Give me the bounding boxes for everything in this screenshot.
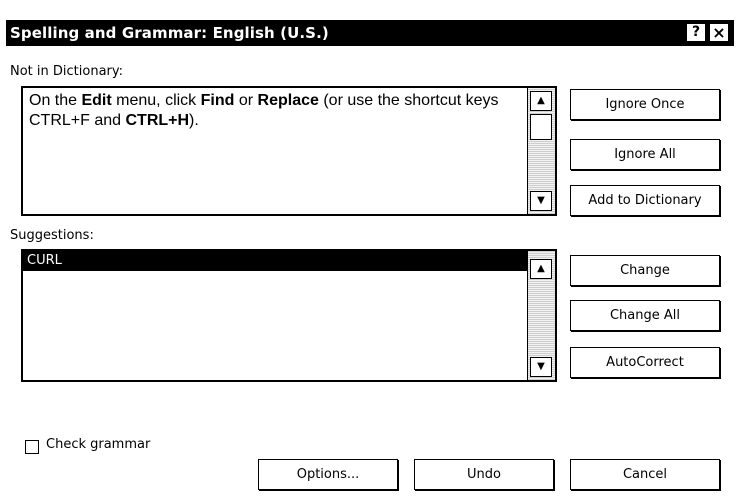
not-in-dictionary-scrollbar[interactable]: ▲ ▼: [527, 88, 555, 214]
ignore-all-button[interactable]: Ignore All: [570, 139, 720, 170]
scroll-up-arrow-icon[interactable]: ▲: [530, 91, 552, 111]
ignore-once-label: Ignore Once: [605, 97, 685, 112]
suggestions-label: Suggestions:: [10, 228, 94, 243]
options-label: Options...: [296, 467, 360, 482]
autocorrect-label: AutoCorrect: [606, 355, 684, 370]
undo-button[interactable]: Undo: [414, 459, 554, 490]
not-in-dictionary-label: Not in Dictionary:: [10, 64, 124, 79]
help-button[interactable]: ?: [686, 23, 706, 42]
cancel-button[interactable]: Cancel: [570, 459, 720, 490]
check-grammar-checkbox[interactable]: [25, 440, 39, 454]
scroll-up-arrow-icon[interactable]: ▲: [530, 259, 552, 279]
highlighted-word: CTRL+H: [125, 112, 190, 129]
scroll-down-arrow-icon[interactable]: ▼: [530, 357, 552, 377]
change-all-label: Change All: [609, 308, 681, 323]
scroll-down-arrow-icon[interactable]: ▼: [530, 191, 552, 211]
add-to-dictionary-label: Add to Dictionary: [588, 193, 702, 208]
spelling-grammar-dialog: Spelling and Grammar: English (U.S.) ? ×…: [0, 0, 736, 501]
change-all-button[interactable]: Change All: [570, 300, 720, 331]
autocorrect-button[interactable]: AutoCorrect: [570, 347, 720, 378]
suggestions-scrollbar[interactable]: ▲ ▼: [527, 251, 555, 380]
undo-label: Undo: [467, 467, 501, 482]
change-button[interactable]: Change: [570, 255, 720, 286]
suggestion-item-selected[interactable]: CURL: [23, 251, 527, 271]
ignore-all-label: Ignore All: [614, 147, 676, 162]
title-bar[interactable]: Spelling and Grammar: English (U.S.) ? ×: [6, 20, 734, 46]
scroll-thumb[interactable]: [530, 114, 552, 140]
check-grammar-label: Check grammar: [46, 437, 151, 452]
ignore-once-button[interactable]: Ignore Once: [570, 89, 720, 120]
close-button[interactable]: ×: [709, 23, 729, 42]
highlighted-word: Replace: [257, 92, 319, 109]
add-to-dictionary-button[interactable]: Add to Dictionary: [570, 185, 720, 216]
not-in-dictionary-textbox[interactable]: On the Edit menu, click Find or Replace …: [21, 86, 557, 216]
sentence-fragment: or: [234, 92, 258, 109]
cancel-label: Cancel: [622, 467, 668, 482]
sentence-fragment: ).: [189, 112, 199, 129]
not-in-dictionary-text: On the Edit menu, click Find or Replace …: [29, 91, 521, 131]
highlighted-word: Edit: [81, 92, 112, 109]
options-button[interactable]: Options...: [258, 459, 398, 490]
window-title: Spelling and Grammar: English (U.S.): [10, 24, 329, 42]
sentence-fragment: menu, click: [111, 92, 201, 109]
sentence-fragment: On the: [29, 92, 82, 109]
change-label: Change: [620, 263, 670, 278]
highlighted-word: Find: [200, 92, 235, 109]
suggestions-listbox[interactable]: CURL ▲ ▼: [21, 249, 557, 382]
